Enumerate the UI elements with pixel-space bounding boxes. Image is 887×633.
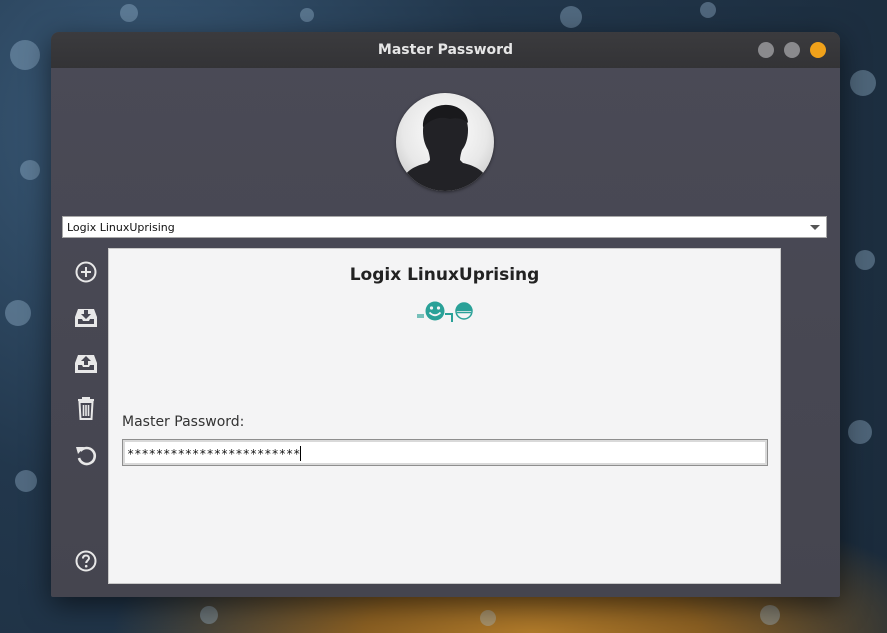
window-title: Master Password [377, 42, 514, 58]
account-select-value: Logix LinuxUprising [67, 221, 175, 234]
minimize-icon[interactable] [758, 42, 774, 58]
tray-upload-icon [75, 355, 97, 373]
trash-icon [78, 397, 94, 420]
profile-name: Logix LinuxUprising [349, 265, 540, 285]
reset-button[interactable] [73, 442, 99, 468]
title-bar[interactable]: Master Password [51, 32, 840, 68]
close-icon[interactable] [810, 42, 826, 58]
account-select[interactable]: Logix LinuxUprising [62, 216, 827, 238]
add-user-button[interactable] [73, 259, 99, 285]
plus-circle-icon [75, 261, 97, 283]
tray-download-icon [75, 309, 97, 327]
identicon-icon [417, 301, 473, 322]
master-password-window: Master Password Logix LinuxUprising Logi… [51, 32, 840, 597]
text-cursor [300, 446, 302, 461]
maximize-icon[interactable] [784, 42, 800, 58]
main-panel: Logix LinuxUprising Master Password: ***… [108, 248, 781, 584]
master-password-field[interactable]: ************************ [122, 439, 768, 466]
delete-button[interactable] [73, 395, 99, 421]
help-button[interactable] [73, 548, 99, 574]
password-label: Master Password: [122, 414, 245, 430]
export-button[interactable] [73, 350, 99, 376]
avatar[interactable] [396, 93, 494, 191]
undo-arrow-icon [76, 446, 97, 466]
import-button[interactable] [73, 304, 99, 330]
user-silhouette-icon [404, 104, 486, 191]
chevron-down-icon[interactable] [808, 220, 822, 234]
password-value: ************************ [127, 447, 301, 461]
question-circle-icon [75, 550, 97, 572]
